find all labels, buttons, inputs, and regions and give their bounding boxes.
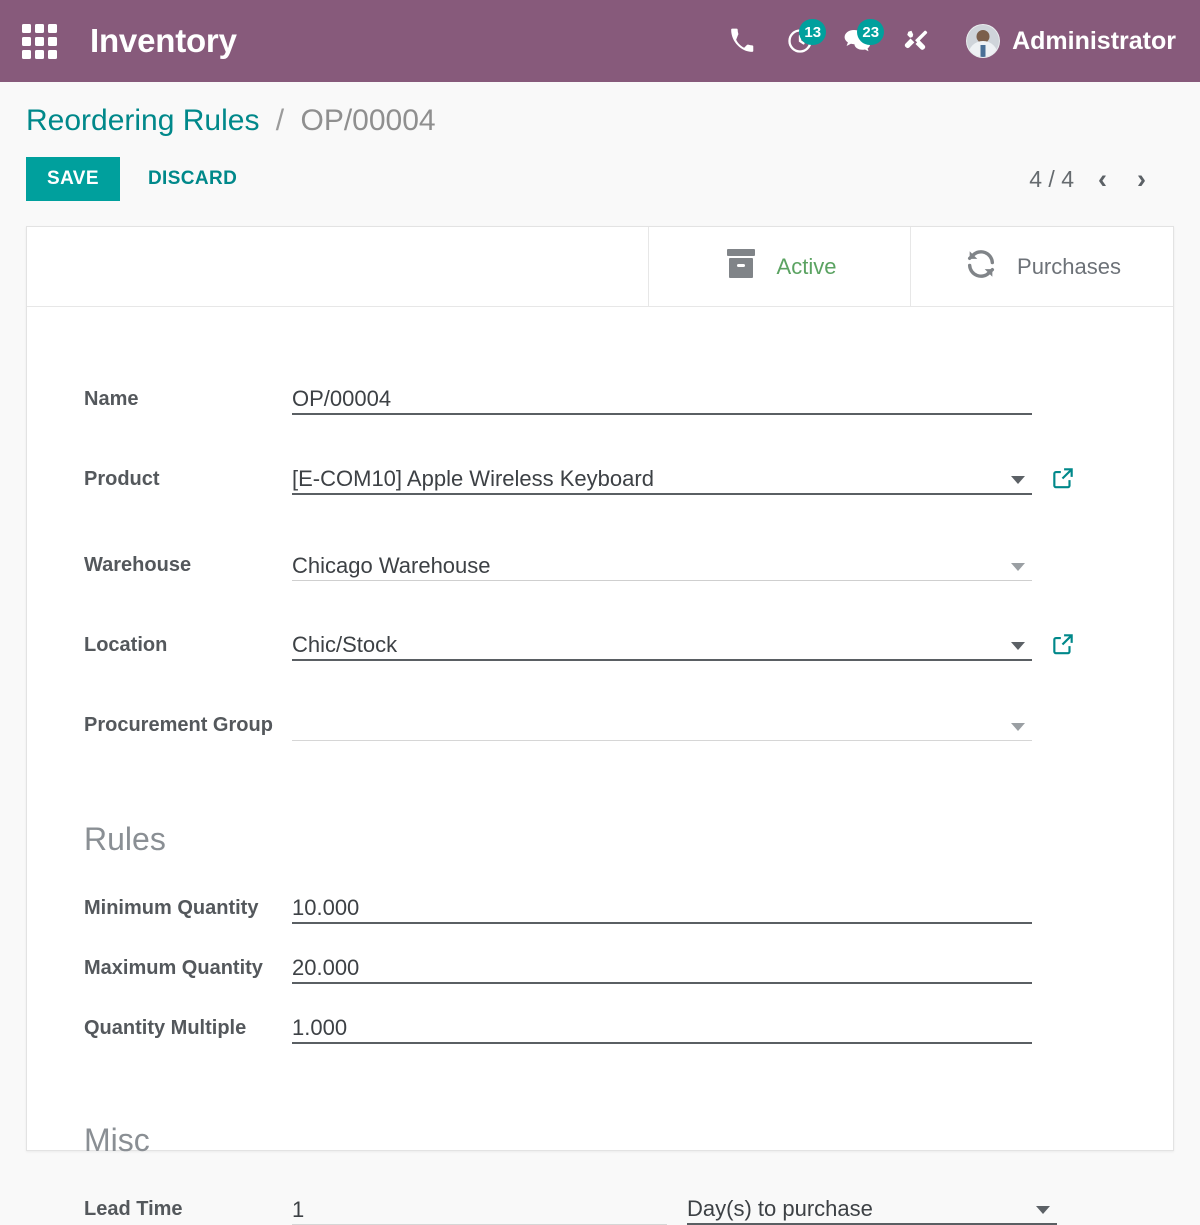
field-row-lead-time: Lead Time 1 Day(s) to purchase (27, 1177, 1173, 1225)
section-misc: Misc Lead Time 1 Day(s) to purchase (27, 1122, 1173, 1225)
apps-grid-icon[interactable] (20, 22, 58, 60)
label-lead-time: Lead Time (27, 1199, 292, 1225)
top-navbar: Inventory 13 23 (0, 0, 1200, 82)
spacer (27, 661, 1173, 693)
label-procurement-group: Procurement Group (27, 715, 292, 741)
sheet-wrapper: Active Purchases Name OP/00004 (0, 201, 1200, 1151)
field-row-procurement-group: Procurement Group (27, 693, 1173, 741)
activity-badge: 13 (799, 19, 826, 45)
control-panel: Reordering Rules / OP/00004 SAVE DISCARD… (0, 82, 1200, 201)
avatar (966, 24, 1000, 58)
warehouse-input-value: Chicago Warehouse (292, 555, 491, 577)
user-menu[interactable]: Administrator (966, 24, 1176, 58)
chevron-down-icon[interactable] (1036, 1206, 1050, 1214)
label-product: Product (27, 469, 292, 495)
field-row-minimum-quantity: Minimum Quantity 10.000 (27, 876, 1173, 924)
navbar-right-cluster: 13 23 Administrator (726, 24, 1176, 58)
field-value-product: [E-COM10] Apple Wireless Keyboard (292, 459, 1076, 495)
quantity-multiple-value: 1.000 (292, 1017, 347, 1039)
breadcrumb: Reordering Rules / OP/00004 (26, 104, 1174, 137)
chevron-down-icon[interactable] (1011, 642, 1025, 650)
field-row-product: Product [E-COM10] Apple Wireless Keyboar… (27, 447, 1173, 495)
minimum-quantity-input[interactable]: 10.000 (292, 888, 1032, 924)
pager-count: 4 / 4 (1029, 166, 1074, 193)
stat-bar-spacer (27, 227, 649, 306)
field-value-name: OP/00004 (292, 379, 1032, 415)
pager: 4 / 4 ‹ › (1029, 166, 1174, 193)
label-minimum-quantity: Minimum Quantity (27, 898, 292, 924)
lead-time-unit-select[interactable]: Day(s) to purchase (687, 1189, 1057, 1225)
user-name: Administrator (1012, 27, 1176, 56)
phone-icon[interactable] (726, 24, 758, 58)
field-value-warehouse: Chicago Warehouse (292, 545, 1032, 581)
label-location: Location (27, 635, 292, 661)
stat-button-purchases[interactable]: Purchases (911, 227, 1173, 306)
name-input[interactable]: OP/00004 (292, 379, 1032, 415)
section-title-misc: Misc (27, 1122, 1173, 1159)
field-value-quantity-multiple: 1.000 (292, 1008, 1032, 1044)
stat-button-bar: Active Purchases (27, 227, 1173, 307)
lead-time-input[interactable]: 1 (292, 1189, 667, 1225)
location-input-value: Chic/Stock (292, 634, 397, 656)
field-value-location: Chic/Stock (292, 625, 1076, 661)
spacer (27, 924, 1173, 936)
field-row-location: Location Chic/Stock (27, 613, 1173, 661)
maximum-quantity-input[interactable]: 20.000 (292, 948, 1032, 984)
activity-clock-icon[interactable]: 13 (784, 24, 816, 58)
chevron-down-icon[interactable] (1011, 723, 1025, 731)
field-row-warehouse: Warehouse Chicago Warehouse (27, 533, 1173, 581)
spacer (27, 415, 1173, 447)
chevron-left-icon[interactable]: ‹ (1092, 166, 1113, 193)
save-button[interactable]: SAVE (26, 157, 120, 201)
lead-time-value: 1 (292, 1199, 304, 1221)
minimum-quantity-value: 10.000 (292, 897, 359, 919)
warehouse-input[interactable]: Chicago Warehouse (292, 545, 1032, 581)
breadcrumb-separator: / (276, 104, 284, 137)
messages-badge: 23 (857, 19, 884, 45)
label-warehouse: Warehouse (27, 555, 292, 581)
spacer (27, 581, 1173, 613)
field-value-procurement-group (292, 705, 1032, 741)
app-title: Inventory (90, 22, 237, 60)
lead-time-unit-value: Day(s) to purchase (687, 1198, 873, 1220)
chevron-down-icon[interactable] (1011, 476, 1025, 484)
section-rules: Rules Minimum Quantity 10.000 Maximum Qu… (27, 821, 1173, 1044)
chevron-right-icon[interactable]: › (1131, 166, 1152, 193)
name-input-value: OP/00004 (292, 388, 391, 410)
control-panel-actions: SAVE DISCARD 4 / 4 ‹ › (26, 157, 1174, 201)
label-maximum-quantity: Maximum Quantity (27, 958, 292, 984)
form-sheet: Active Purchases Name OP/00004 (26, 226, 1174, 1151)
label-quantity-multiple: Quantity Multiple (27, 1018, 292, 1044)
tools-icon[interactable] (900, 24, 932, 58)
stat-button-active[interactable]: Active (649, 227, 911, 306)
product-input-value: [E-COM10] Apple Wireless Keyboard (292, 468, 654, 490)
field-value-lead-time: 1 Day(s) to purchase (292, 1189, 1057, 1225)
form-body: Name OP/00004 Product [E-COM10] Apple Wi… (27, 307, 1173, 1225)
field-row-name: Name OP/00004 (27, 367, 1173, 415)
product-external-link-icon[interactable] (1050, 465, 1076, 491)
chevron-down-icon[interactable] (1011, 563, 1025, 571)
stat-button-active-label: Active (777, 254, 837, 280)
label-name: Name (27, 389, 292, 415)
field-value-maximum-quantity: 20.000 (292, 948, 1032, 984)
product-input[interactable]: [E-COM10] Apple Wireless Keyboard (292, 459, 1032, 495)
field-value-minimum-quantity: 10.000 (292, 888, 1032, 924)
archive-box-icon (723, 247, 759, 286)
location-external-link-icon[interactable] (1050, 631, 1076, 657)
field-row-maximum-quantity: Maximum Quantity 20.000 (27, 936, 1173, 984)
messages-icon[interactable]: 23 (842, 24, 874, 58)
location-input[interactable]: Chic/Stock (292, 625, 1032, 661)
discard-button[interactable]: DISCARD (128, 157, 257, 201)
procurement-group-input[interactable] (292, 705, 1032, 741)
stat-button-purchases-label: Purchases (1017, 254, 1121, 280)
refresh-sync-icon (963, 247, 999, 286)
maximum-quantity-value: 20.000 (292, 957, 359, 979)
breadcrumb-root-link[interactable]: Reordering Rules (26, 104, 259, 137)
field-row-quantity-multiple: Quantity Multiple 1.000 (27, 996, 1173, 1044)
spacer (27, 495, 1173, 533)
quantity-multiple-input[interactable]: 1.000 (292, 1008, 1032, 1044)
spacer (27, 984, 1173, 996)
breadcrumb-current: OP/00004 (300, 104, 435, 137)
section-title-rules: Rules (27, 821, 1173, 858)
